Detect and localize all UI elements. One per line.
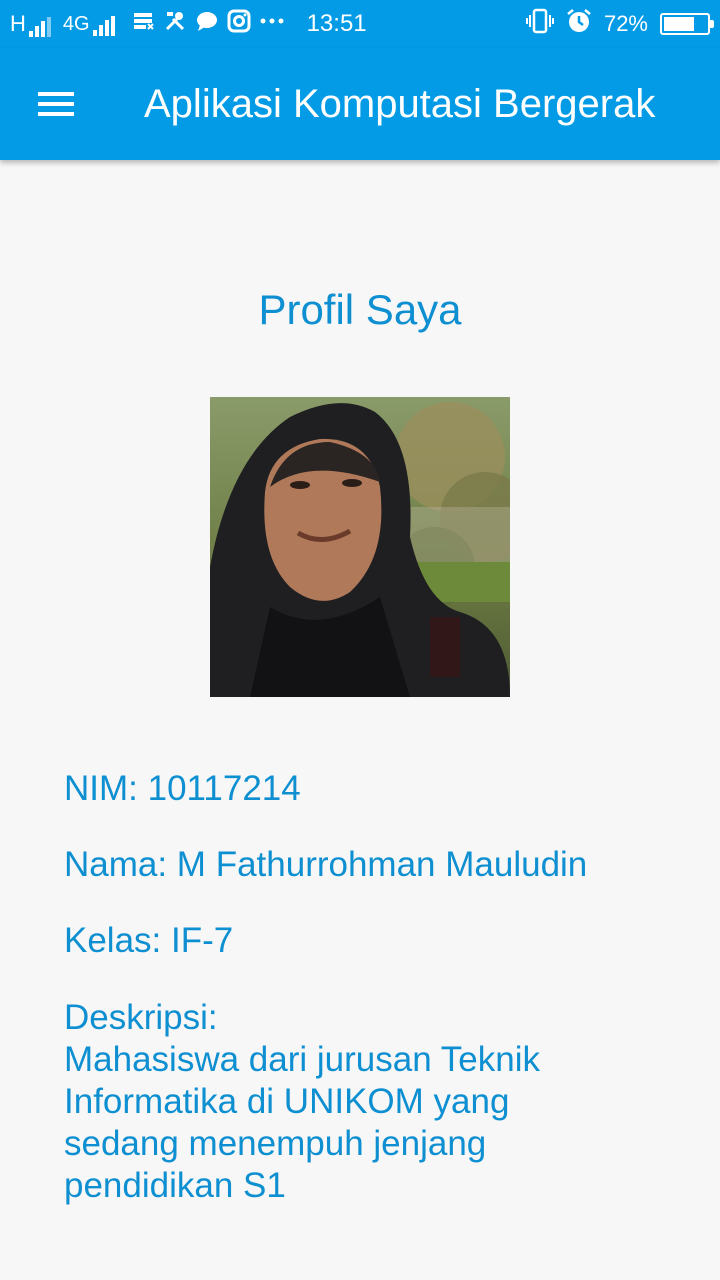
status-right: 72%	[525, 8, 714, 40]
chat-icon	[195, 9, 219, 39]
deskripsi-block: Deskripsi: Mahasiswa dari jurusan Teknik…	[64, 997, 664, 1207]
alarm-icon	[566, 8, 592, 40]
instagram-icon	[227, 9, 251, 39]
tools-icon	[163, 9, 187, 39]
app-title: Aplikasi Komputasi Bergerak	[144, 81, 656, 126]
page-title: Profil Saya	[258, 286, 462, 333]
status-bar: H 4G 13:51 72%	[0, 0, 720, 48]
menu-icon	[38, 92, 74, 116]
nama-text: Nama: M Fathurrohman Mauludin	[64, 845, 588, 884]
signal-icon	[28, 17, 51, 37]
status-left: H 4G 13:51	[10, 9, 367, 39]
vibrate-icon	[525, 8, 554, 40]
network-4g-label: 4G	[62, 12, 90, 35]
menu-button[interactable]	[0, 48, 112, 160]
kelas-text: Kelas: IF-7	[64, 921, 234, 960]
deskripsi-label: Deskripsi:	[64, 998, 218, 1037]
network-4g-indicator: 4G	[63, 13, 115, 36]
nim-text: NIM: 10117214	[64, 769, 301, 808]
profile-photo	[210, 397, 510, 697]
battery-icon	[660, 13, 714, 35]
battery-level-fill	[664, 17, 695, 31]
more-icon	[259, 9, 285, 39]
signal-icon	[92, 15, 115, 36]
data-saver-icon	[131, 9, 155, 39]
network-h-indicator: H	[10, 11, 51, 37]
status-time: 13:51	[306, 10, 367, 37]
app-bar: Aplikasi Komputasi Bergerak	[0, 48, 720, 160]
network-h-label: H	[10, 11, 26, 36]
battery-percent: 72%	[603, 11, 648, 36]
deskripsi-text: Mahasiswa dari jurusan Teknik Informatik…	[64, 1040, 540, 1205]
